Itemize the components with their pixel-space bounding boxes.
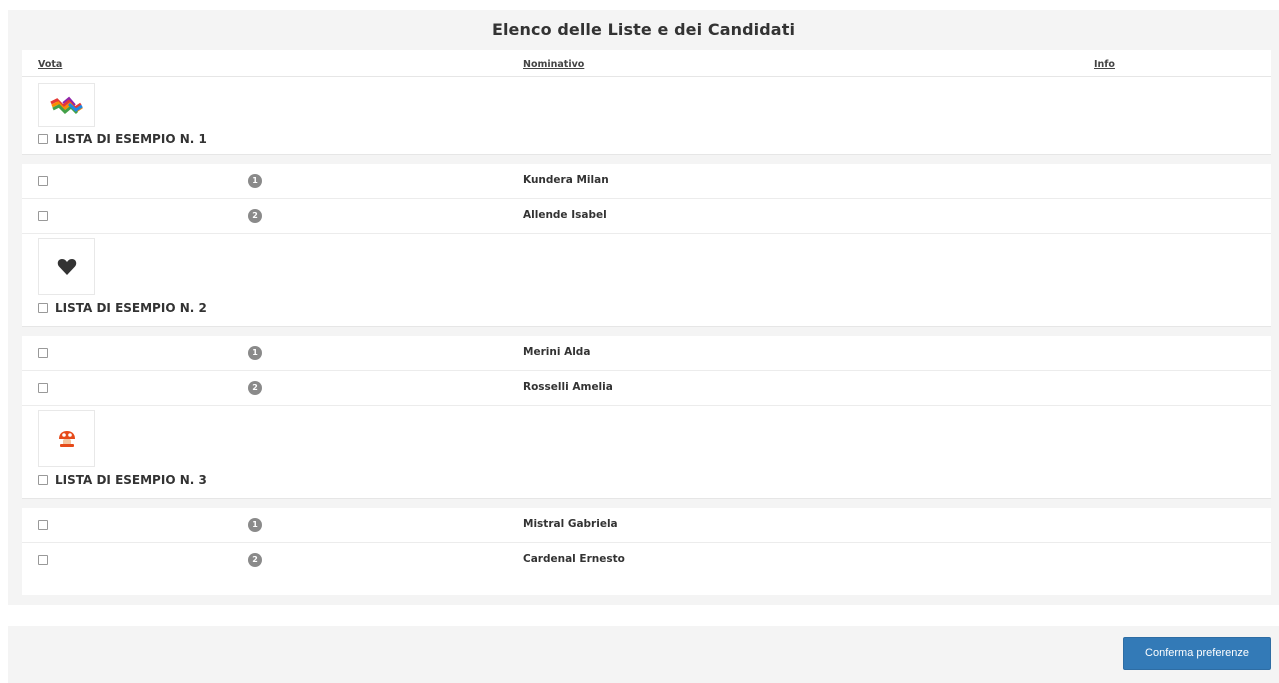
candidate-vote-checkbox[interactable]	[38, 383, 48, 393]
candidate-name: Kundera Milan	[523, 174, 609, 186]
footer-bar: Conferma preferenze	[8, 626, 1279, 683]
list-header-2: LISTA DI ESEMPIO N. 2	[22, 234, 1271, 327]
candidate-name: Rosselli Amelia	[523, 381, 613, 393]
list-title-2: LISTA DI ESEMPIO N. 2	[38, 301, 207, 315]
table-header: Vota Nominativo Info	[22, 50, 1271, 77]
row-gap	[22, 499, 1271, 508]
page-title: Elenco delle Liste e dei Candidati	[491, 20, 796, 39]
list-logo-2	[38, 238, 95, 295]
candidate-row: 1 Merini Alda	[22, 336, 1271, 371]
list-header-1: LISTA DI ESEMPIO N. 1	[22, 77, 1271, 155]
list-vote-checkbox-1[interactable]	[38, 134, 48, 144]
list-logo-3	[38, 410, 95, 467]
list-vote-checkbox-2[interactable]	[38, 303, 48, 313]
candidate-vote-checkbox[interactable]	[38, 555, 48, 565]
candidate-position-badge: 2	[248, 381, 262, 395]
candidate-vote-checkbox[interactable]	[38, 176, 48, 186]
candidate-position-badge: 1	[248, 518, 262, 532]
candidate-name: Merini Alda	[523, 346, 591, 358]
candidate-row: 2 Cardenal Ernesto	[22, 543, 1271, 595]
candidate-name: Allende Isabel	[523, 209, 607, 221]
list-name-2: LISTA DI ESEMPIO N. 2	[55, 301, 207, 315]
candidate-vote-checkbox[interactable]	[38, 211, 48, 221]
list-logo-1	[38, 83, 95, 127]
list-vote-checkbox-3[interactable]	[38, 475, 48, 485]
list-name-1: LISTA DI ESEMPIO N. 1	[55, 132, 207, 146]
candidate-row: 2 Rosselli Amelia	[22, 371, 1271, 406]
candidate-position-badge: 2	[248, 209, 262, 223]
candidate-vote-checkbox[interactable]	[38, 520, 48, 530]
heart-icon	[57, 258, 76, 275]
candidate-row: 2 Allende Isabel	[22, 199, 1271, 234]
candidate-row: 1 Mistral Gabriela	[22, 508, 1271, 543]
candidate-position-badge: 1	[248, 174, 262, 188]
mushroom-icon	[58, 430, 75, 447]
row-gap	[22, 327, 1271, 336]
row-gap	[22, 155, 1271, 164]
candidate-row: 1 Kundera Milan	[22, 164, 1271, 199]
candidate-position-badge: 1	[248, 346, 262, 360]
list-title-1: LISTA DI ESEMPIO N. 1	[38, 132, 207, 146]
candidate-name: Mistral Gabriela	[523, 518, 618, 530]
list-name-3: LISTA DI ESEMPIO N. 3	[55, 473, 207, 487]
candidates-table: Vota Nominativo Info LISTA DI ESEMPIO N.…	[22, 50, 1271, 595]
column-header-vote: Vota	[38, 59, 63, 70]
confirm-preferences-button[interactable]: Conferma preferenze	[1123, 637, 1271, 670]
list-title-3: LISTA DI ESEMPIO N. 3	[38, 473, 207, 487]
candidate-position-badge: 2	[248, 553, 262, 567]
list-header-3: LISTA DI ESEMPIO N. 3	[22, 406, 1271, 499]
candidate-name: Cardenal Ernesto	[523, 553, 625, 565]
column-header-info: Info	[1094, 59, 1115, 70]
rainbow-wave-icon	[49, 96, 83, 115]
candidate-vote-checkbox[interactable]	[38, 348, 48, 358]
column-header-name: Nominativo	[523, 59, 585, 70]
